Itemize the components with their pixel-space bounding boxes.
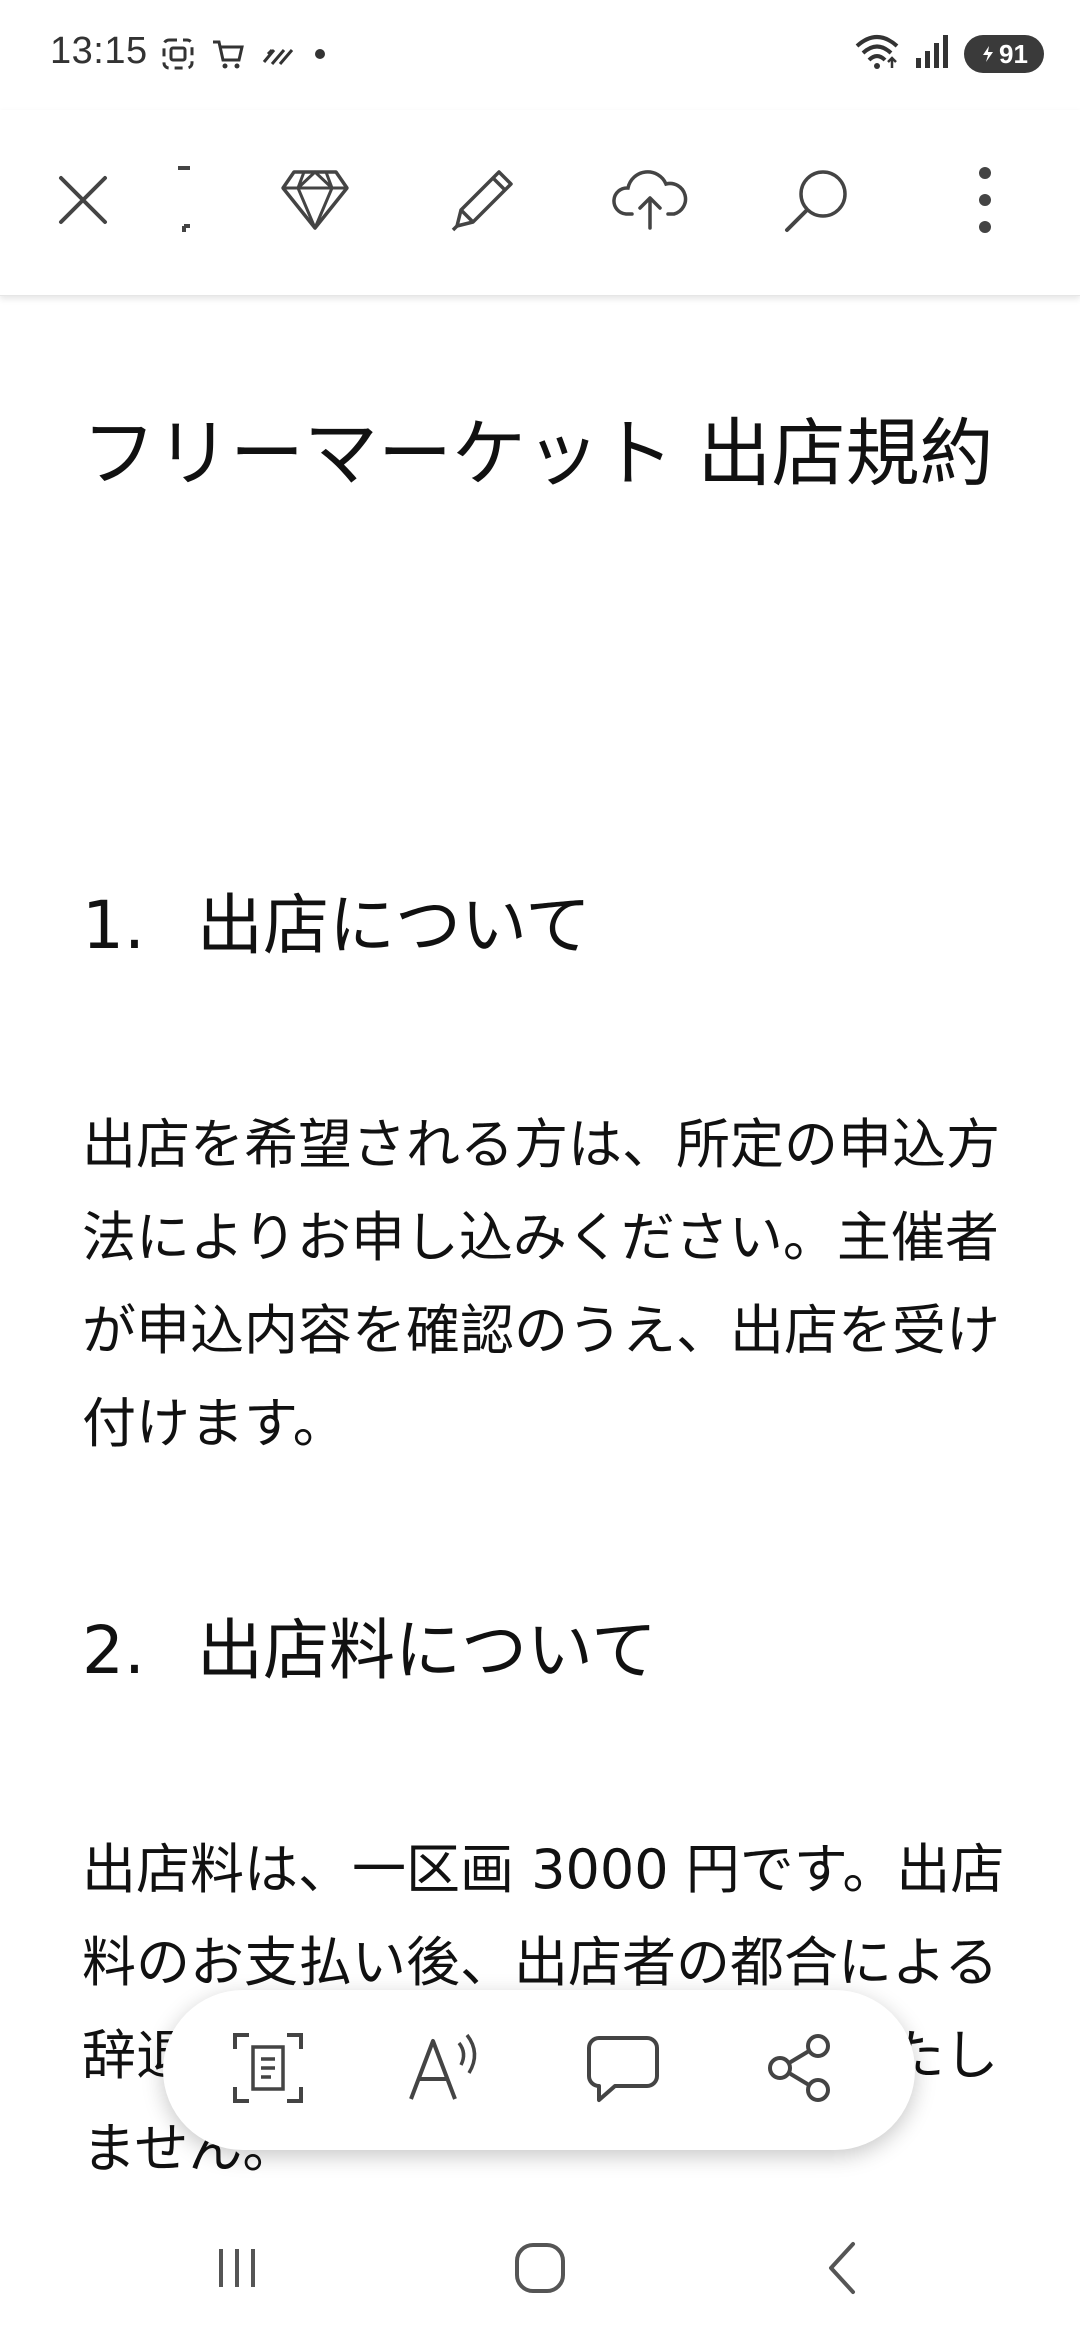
section-number: 2. <box>82 1612 145 1689</box>
section-heading: 1. 出店について <box>82 872 591 968</box>
floating-action-bar <box>163 1990 915 2150</box>
section-heading-text: 出店について <box>197 887 592 964</box>
screenshot-icon <box>160 36 196 76</box>
more-options-button[interactable] <box>940 152 1030 252</box>
battery-icon: 91 <box>964 35 1044 73</box>
pencil-icon <box>447 164 519 240</box>
section-heading: 2. 出店料について <box>82 1597 657 1693</box>
status-bar: 13:15 91 <box>0 0 1080 110</box>
comment-button[interactable] <box>573 2020 673 2120</box>
search-button[interactable] <box>772 152 862 252</box>
read-aloud-icon <box>405 2031 485 2109</box>
share-button[interactable] <box>750 2020 850 2120</box>
more-vertical-icon <box>975 165 995 239</box>
scan-text-icon <box>231 2031 305 2109</box>
comment-icon <box>585 2032 661 2108</box>
cloud-upload-icon <box>610 168 690 236</box>
document-title: フリーマーケット 出店規約 <box>82 411 994 497</box>
cart-icon <box>210 36 246 76</box>
recent-apps-icon <box>212 2243 262 2297</box>
status-notification-icons <box>160 36 330 76</box>
search-icon <box>781 164 853 240</box>
diamond-icon <box>280 168 350 236</box>
close-icon <box>55 172 111 232</box>
premium-button[interactable] <box>270 152 360 252</box>
section-body: 出店を希望される方は、所定の申込方法によりお申し込みください。主催者が申込内容を… <box>82 1113 1000 1455</box>
close-button[interactable] <box>38 152 128 252</box>
divider-icon <box>168 160 198 244</box>
status-time: 13:15 <box>50 30 148 72</box>
upload-button[interactable] <box>605 152 695 252</box>
wifi-icon <box>854 32 900 76</box>
section-number: 1. <box>82 887 145 964</box>
home-button[interactable] <box>490 2230 590 2310</box>
read-aloud-button[interactable] <box>395 2020 495 2120</box>
edit-button[interactable] <box>438 152 528 252</box>
status-system-icons: 91 <box>854 32 1044 76</box>
scan-text-button[interactable] <box>218 2020 318 2120</box>
back-button[interactable] <box>793 2230 893 2310</box>
document-toolbar <box>0 110 1080 296</box>
system-nav-bar <box>0 2200 1080 2340</box>
battery-level: 91 <box>999 38 1028 69</box>
dot-icon <box>310 36 330 76</box>
home-icon <box>512 2240 568 2300</box>
divider <box>158 152 208 252</box>
recent-apps-button[interactable] <box>187 2230 287 2310</box>
back-icon <box>823 2240 863 2300</box>
section-heading-text: 出店料について <box>197 1612 658 1689</box>
cellular-signal-icon <box>914 32 950 76</box>
share-icon <box>764 2032 836 2108</box>
signal-pattern-icon <box>260 36 296 76</box>
